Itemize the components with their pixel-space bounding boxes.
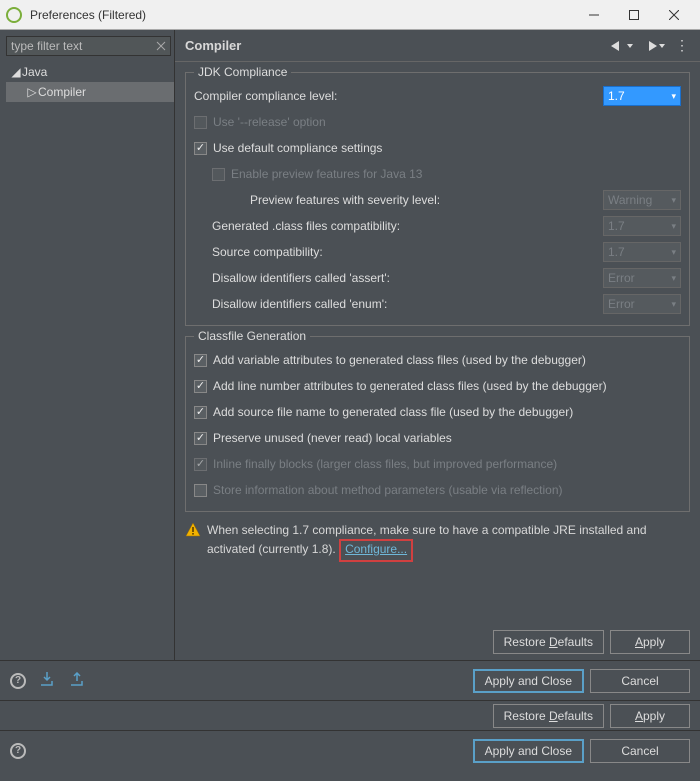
apply-and-close-button-2[interactable]: Apply and Close [473,739,584,763]
line-attrs-label: Add line number attributes to generated … [213,379,607,393]
source-file-label: Add source file name to generated class … [213,405,573,419]
tree-item-java[interactable]: ◢ Java [6,62,174,82]
classfile-legend: Classfile Generation [194,329,310,343]
use-release-checkbox [194,116,207,129]
import-icon[interactable] [40,672,56,689]
warning-message: When selecting 1.7 compliance, make sure… [185,522,690,562]
disallow-assert-label: Disallow identifiers called 'assert': [212,271,390,285]
dialog-button-bar: ? Apply and Close Cancel [0,660,700,700]
disallow-enum-combo: Error▾ [603,294,681,314]
tree-item-compiler[interactable]: ▷ Compiler [6,82,174,102]
preferences-tree: ◢ Java ▷ Compiler [6,62,174,102]
minimize-button[interactable] [574,1,614,29]
filter-placeholder: type filter text [11,39,82,53]
classfile-generation-group: Classfile Generation Add variable attrib… [185,336,690,512]
restore-defaults-button[interactable]: Restore Defaults [493,630,604,654]
tree-item-label: Compiler [38,85,86,99]
apply-button[interactable]: Apply [610,630,690,654]
sidebar: type filter text ◢ Java ▷ Compiler [0,30,175,660]
enable-preview-checkbox [212,168,225,181]
help-icon[interactable]: ? [10,673,26,689]
disallow-enum-label: Disallow identifiers called 'enum': [212,297,387,311]
preserve-unused-checkbox[interactable] [194,432,207,445]
use-release-label: Use '--release' option [213,115,326,129]
compliance-level-value: 1.7 [608,89,625,103]
forward-button[interactable] [643,41,665,51]
expand-icon[interactable]: ▷ [26,85,38,99]
chevron-down-icon: ▾ [671,91,676,102]
source-compat-label: Source compatibility: [212,245,323,259]
collapse-icon[interactable]: ◢ [10,65,22,79]
chevron-down-icon: ▾ [671,247,676,258]
tree-item-label: Java [22,65,47,79]
compliance-level-combo[interactable]: 1.7 ▾ [603,86,681,106]
main: type filter text ◢ Java ▷ Compiler Compi… [0,30,700,660]
chevron-down-icon: ▾ [671,195,676,206]
source-compat-combo: 1.7▾ [603,242,681,262]
chevron-down-icon: ▾ [671,221,676,232]
lower-left-icons: ? [10,672,86,689]
header-nav: ⋮ [611,37,690,54]
app-icon [6,7,22,23]
generated-compat-combo: 1.7▾ [603,216,681,236]
jdk-legend: JDK Compliance [194,65,291,79]
line-attrs-checkbox[interactable] [194,380,207,393]
menu-icon[interactable]: ⋮ [675,37,690,54]
filter-input[interactable]: type filter text [6,36,171,56]
cancel-button[interactable]: Cancel [590,669,690,693]
preserve-unused-label: Preserve unused (never read) local varia… [213,431,452,445]
enable-preview-label: Enable preview features for Java 13 [231,167,422,181]
help-icon-2[interactable]: ? [10,743,26,759]
apply-button-2[interactable]: Apply [610,704,690,728]
use-default-checkbox[interactable] [194,142,207,155]
use-default-label: Use default compliance settings [213,141,382,155]
back-button[interactable] [611,41,633,51]
page-title: Compiler [185,38,611,53]
var-attrs-label: Add variable attributes to generated cla… [213,353,586,367]
content-body: JDK Compliance Compiler compliance level… [175,62,700,624]
source-file-checkbox[interactable] [194,406,207,419]
configure-link[interactable]: Configure... [345,542,407,556]
inline-finally-checkbox [194,458,207,471]
secondary-page-button-bar: Restore Defaults Apply [0,700,700,730]
restore-defaults-button-2[interactable]: Restore Defaults [493,704,604,728]
var-attrs-checkbox[interactable] [194,354,207,367]
warning-icon [185,522,201,538]
store-param-label: Store information about method parameter… [213,483,563,497]
page-button-bar: Restore Defaults Apply [175,624,700,660]
cancel-button-2[interactable]: Cancel [590,739,690,763]
jdk-compliance-group: JDK Compliance Compiler compliance level… [185,72,690,326]
inline-finally-label: Inline finally blocks (larger class file… [213,457,557,471]
preview-severity-combo: Warning▾ [603,190,681,210]
maximize-button[interactable] [614,1,654,29]
preview-severity-label: Preview features with severity level: [250,193,440,207]
configure-highlight: Configure... [339,539,413,562]
close-button[interactable] [654,1,694,29]
title-bar: Preferences (Filtered) [0,0,700,30]
secondary-dialog-button-bar: ? Apply and Close Cancel [0,730,700,770]
export-icon[interactable] [70,672,86,689]
warning-text: When selecting 1.7 compliance, make sure… [207,522,690,562]
clear-filter-icon[interactable] [156,40,166,54]
disallow-assert-combo: Error▾ [603,268,681,288]
chevron-down-icon: ▾ [671,299,676,310]
content: Compiler ⋮ JDK Compliance Compiler compl… [175,30,700,660]
window-title: Preferences (Filtered) [30,8,574,22]
chevron-down-icon: ▾ [671,273,676,284]
generated-compat-label: Generated .class files compatibility: [212,219,400,233]
compliance-level-label: Compiler compliance level: [194,89,337,103]
apply-and-close-button[interactable]: Apply and Close [473,669,584,693]
content-header: Compiler ⋮ [175,30,700,62]
store-param-checkbox[interactable] [194,484,207,497]
